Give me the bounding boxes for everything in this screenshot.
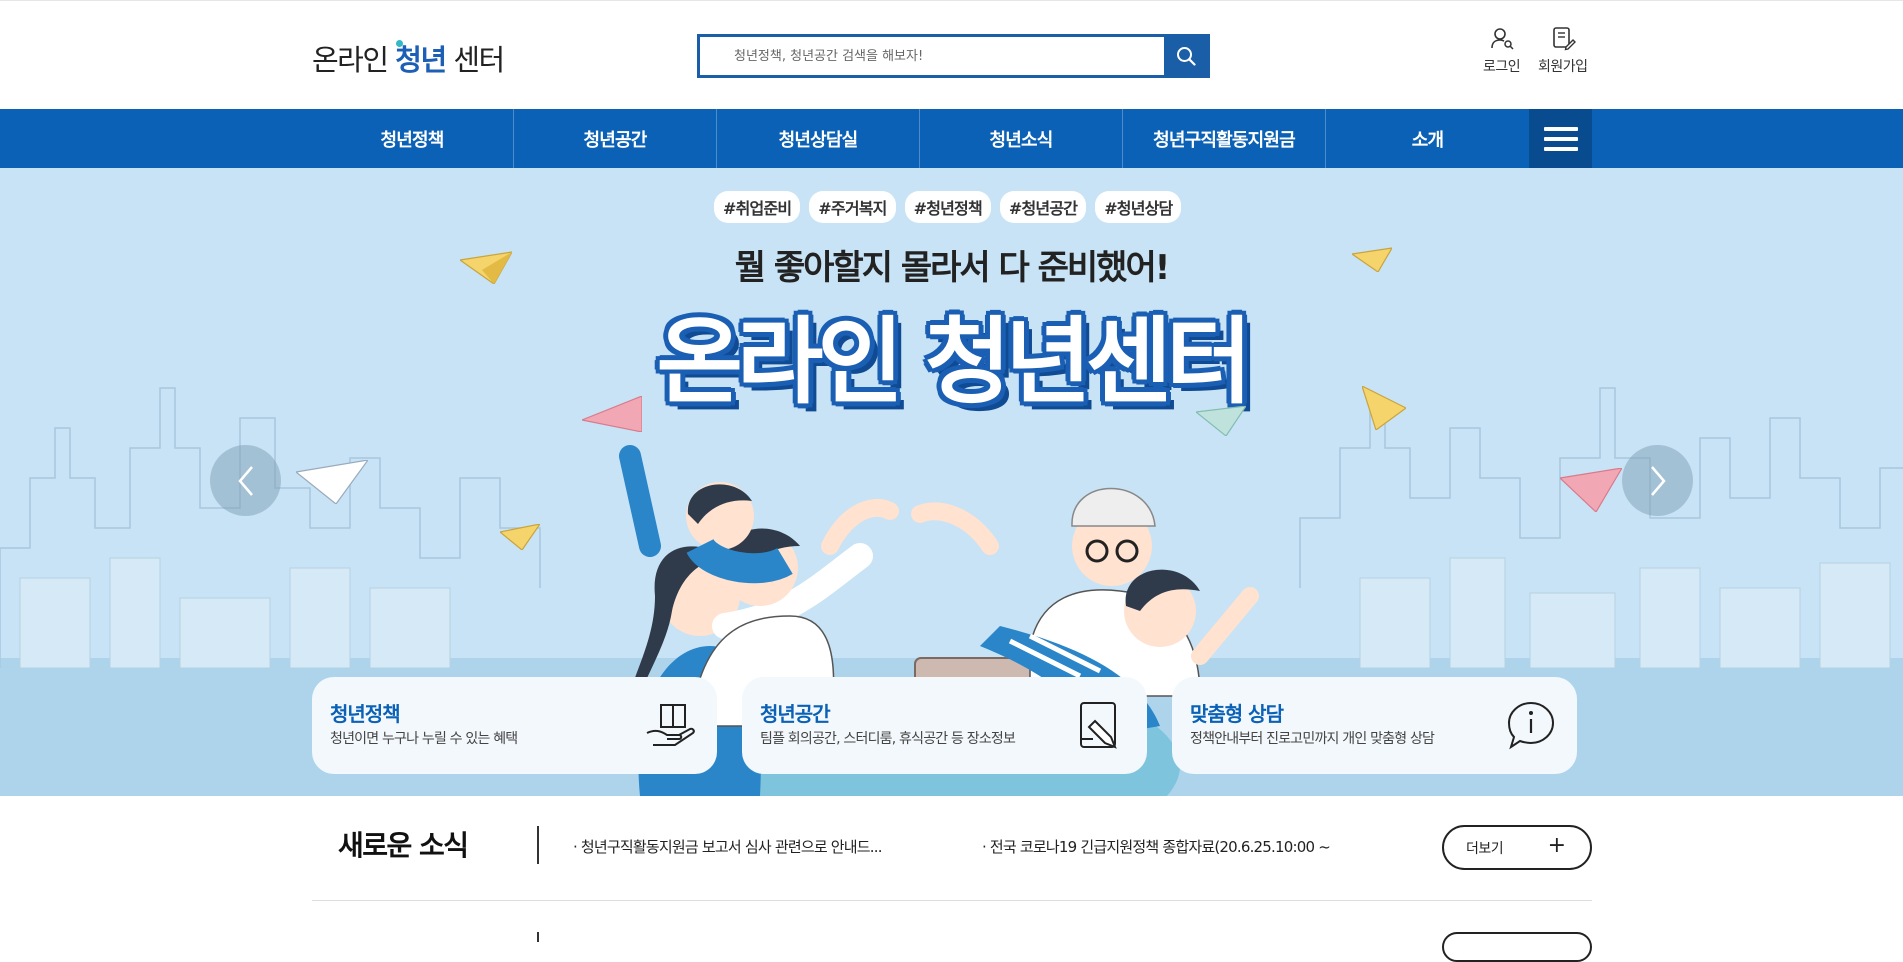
hero-banner: #취업준비 #주거복지 #청년정책 #청년공간 #청년상담 뭘 좋아할지 몰라서… [0,168,1903,796]
divider [537,932,539,942]
nav-item-counsel[interactable]: 청년상담실 [717,109,920,168]
paper-plane-icon [1560,468,1622,512]
news-section: 새로운 소식 · 청년구직활동지원금 보고서 심사 관련으로 안내드... · … [0,796,1903,962]
site-header: 온라인 청년 센터 로그인 회원가입 [0,0,1903,109]
search-input[interactable] [700,37,1164,75]
search-button[interactable] [1164,37,1207,75]
search-icon [1176,47,1196,66]
quick-card-space[interactable]: 청년공간 팀플 회의공간, 스터디룸, 휴식공간 등 장소정보 [742,677,1147,774]
hamburger-menu-button[interactable] [1529,109,1592,168]
paper-plane-icon [296,460,368,504]
news-item[interactable]: · 청년구직활동지원금 보고서 심사 관련으로 안내드... [573,836,883,857]
search-box [697,34,1210,78]
hashtag[interactable]: #주거복지 [809,191,896,223]
news-section-title: 새로운 소식 [338,829,469,862]
paper-plane-icon [1352,247,1392,272]
hashtag[interactable]: #청년상담 [1095,191,1182,223]
hamburger-line [1543,146,1578,151]
divider [537,826,539,864]
info-bubble-icon [1507,701,1555,750]
card-description: 청년이면 누구나 누릴 수 있는 혜택 [330,731,518,747]
card-description: 정책안내부터 진로고민까지 개인 맞춤형 상담 [1190,731,1435,747]
nav-item-news[interactable]: 청년소식 [920,109,1123,168]
more-label: 더보기 [1466,841,1504,857]
chevron-left-icon [237,465,253,496]
paper-plane-icon [1362,386,1406,430]
hero-subtitle: 뭘 좋아할지 몰라서 다 준비했어! [734,248,1171,288]
card-title: 청년정책 [330,702,401,726]
logo-text-1: 온라인 [312,43,396,77]
more-button[interactable] [1442,932,1592,962]
hamburger-line [1543,126,1578,131]
slider-prev-button[interactable] [210,445,281,516]
logo-text-2: 센터 [445,43,505,77]
join-link[interactable]: 회원가입 [1538,25,1588,76]
nav-item-about[interactable]: 소개 [1326,109,1529,168]
pen-board-icon [1080,702,1117,749]
slider-next-button[interactable] [1622,445,1693,516]
main-nav: 청년정책 청년공간 청년상담실 청년소식 청년구직활동지원금 소개 [0,109,1903,168]
login-label: 로그인 [1483,59,1521,75]
more-button[interactable]: 더보기 + [1442,825,1592,870]
document-pen-icon [1552,27,1576,51]
card-title: 청년공간 [760,702,831,726]
logo-highlight: 청년 [395,43,447,77]
hashtag[interactable]: #취업준비 [714,191,801,223]
quick-card-policy[interactable]: 청년정책 청년이면 누구나 누릴 수 있는 혜택 [312,677,717,774]
hamburger-line [1543,136,1578,141]
user-key-icon [1490,28,1514,50]
nav-item-space[interactable]: 청년공간 [514,109,717,168]
card-description: 팀플 회의공간, 스터디룸, 휴식공간 등 장소정보 [760,731,1016,747]
nav-item-policy[interactable]: 청년정책 [311,109,514,168]
hashtag[interactable]: #청년공간 [999,191,1087,223]
divider [312,900,1592,901]
hand-book-icon [646,704,695,746]
hashtag[interactable]: #청년정책 [904,191,991,223]
paper-plane-icon [500,524,540,550]
chevron-right-icon [1650,465,1666,496]
hashtag-list: #취업준비 #주거복지 #청년정책 #청년공간 #청년상담 [714,191,1182,223]
card-title: 맞춤형 상담 [1190,702,1284,726]
plus-icon: + [1547,833,1566,858]
quick-card-counsel[interactable]: 맞춤형 상담 정책안내부터 진로고민까지 개인 맞춤형 상담 [1172,677,1577,774]
login-link[interactable]: 로그인 [1483,25,1521,76]
news-item[interactable]: · 전국 코로나19 긴급지원정책 종합자료(20.6.25.10:00 ~ [982,836,1331,857]
paper-plane-icon [460,251,512,284]
site-logo[interactable]: 온라인 청년 센터 [312,37,505,79]
nav-item-job-support[interactable]: 청년구직활동지원금 [1123,109,1326,168]
join-label: 회원가입 [1538,59,1588,75]
